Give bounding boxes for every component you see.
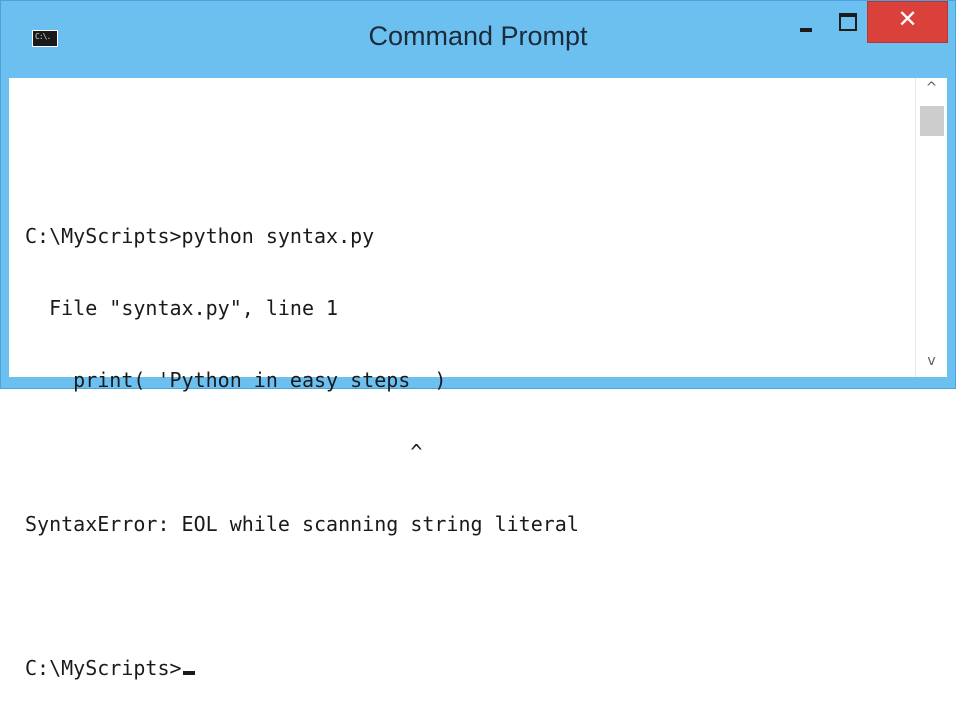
scroll-thumb[interactable]: [920, 106, 944, 136]
close-icon: ✕: [897, 5, 918, 33]
prompt-line[interactable]: C:\MyScripts>: [25, 656, 579, 680]
console-line: C:\MyScripts>python syntax.py: [25, 224, 375, 248]
minimize-icon: [800, 28, 812, 32]
scroll-down-icon[interactable]: v: [916, 353, 947, 375]
maximize-icon: [839, 13, 857, 31]
maximize-button[interactable]: [827, 1, 867, 45]
console-line: print( 'Python in easy steps ): [25, 368, 447, 392]
text-cursor: [182, 671, 195, 675]
scroll-up-icon[interactable]: ^: [916, 80, 947, 102]
minimize-button[interactable]: [785, 1, 825, 45]
console-output[interactable]: C:\MyScripts>python syntax.py File "synt…: [9, 78, 915, 680]
console-line: File "syntax.py", line 1: [25, 296, 339, 320]
console-text: C:\MyScripts>python syntax.py File "synt…: [25, 104, 579, 728]
console-line: SyntaxError: EOL while scanning string l…: [25, 512, 579, 536]
title-bar[interactable]: C:\. Command Prompt ✕: [1, 1, 955, 78]
command-prompt-window: C:\. Command Prompt ✕ C:\MyScripts>pytho…: [0, 0, 956, 680]
vertical-scrollbar[interactable]: ^ v: [915, 78, 947, 377]
close-button[interactable]: ✕: [867, 1, 948, 43]
command-prompt: C:\MyScripts>: [25, 656, 182, 680]
console-line: ^: [25, 440, 423, 464]
